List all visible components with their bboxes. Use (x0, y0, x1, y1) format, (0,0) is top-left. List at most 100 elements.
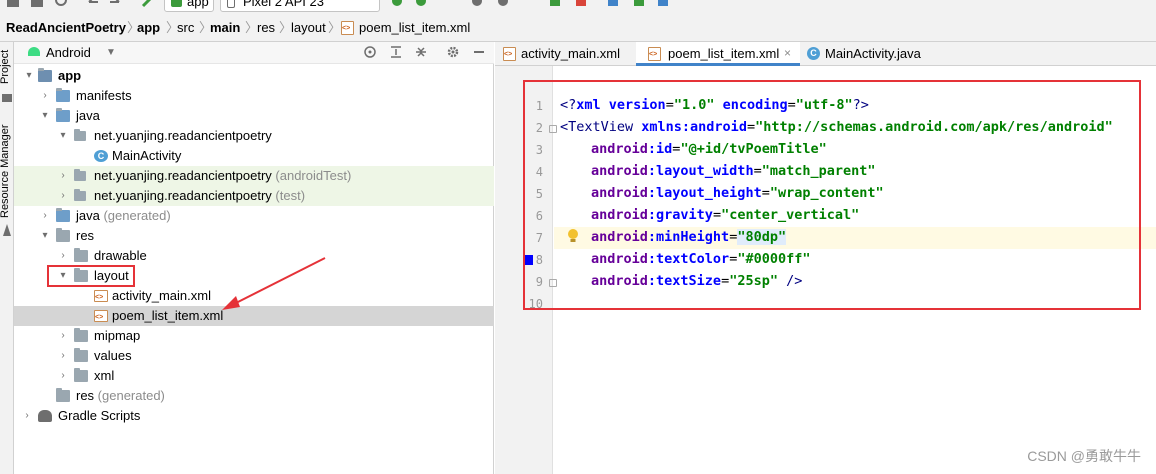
folder-icon (74, 368, 88, 382)
collapse-arrow-icon[interactable]: › (58, 186, 68, 206)
collapse-arrow-icon[interactable]: › (58, 166, 68, 186)
collapse-arrow-icon[interactable]: › (58, 246, 68, 266)
breadcrumb-project[interactable]: ReadAncientPoetry (6, 14, 126, 41)
annotation-highlight-box (523, 80, 1141, 310)
tree-item-label: java (76, 208, 100, 223)
expand-all-icon[interactable] (389, 45, 403, 59)
tree-item-suffix: (androidTest) (271, 168, 352, 183)
tree-item-drawable[interactable]: › drawable (14, 246, 494, 266)
folder-icon (74, 328, 88, 342)
project-panel-header: Android ▼ (14, 42, 494, 64)
package-icon (74, 169, 86, 181)
profile-icon[interactable] (470, 0, 484, 12)
collapse-arrow-icon[interactable]: › (40, 206, 50, 226)
close-tab-icon[interactable]: × (784, 42, 791, 65)
save-icon[interactable] (6, 0, 20, 12)
xml-file-icon (648, 47, 661, 61)
annotation-highlight-box (47, 265, 135, 287)
sync-gradle-icon[interactable] (606, 0, 620, 12)
tree-item-values[interactable]: › values (14, 346, 494, 366)
attach-debugger-icon[interactable] (496, 0, 510, 12)
android-icon (28, 47, 40, 56)
tree-item-manifests[interactable]: › manifests (14, 86, 494, 106)
tree-item-label: res (76, 388, 95, 403)
tree-item-label: res (76, 228, 95, 243)
apply-code-changes-icon[interactable] (548, 0, 562, 12)
tree-item-package-test[interactable]: › net.yuanjing.readancientpoetry (test) (14, 186, 494, 206)
build-hammer-icon[interactable] (140, 0, 154, 12)
sdk-manager-icon[interactable] (656, 0, 670, 12)
run-configuration-dropdown[interactable]: app (164, 0, 214, 12)
expand-arrow-icon[interactable]: ▾ (58, 126, 68, 146)
breadcrumb-app[interactable]: app (137, 14, 160, 41)
tab-mainactivity-java[interactable]: C MainActivity.java (801, 42, 931, 66)
tree-item-res-generated[interactable]: res (generated) (14, 386, 494, 406)
tree-item-label: MainActivity (112, 148, 182, 163)
tab-label: activity_main.xml (521, 46, 620, 61)
tree-item-xml[interactable]: › xml (14, 366, 494, 386)
tree-item-res[interactable]: ▾ res (14, 226, 494, 246)
tree-item-label: values (94, 348, 132, 363)
breadcrumb-layout[interactable]: layout (291, 14, 326, 41)
breadcrumb-res[interactable]: res (257, 14, 275, 41)
collapse-arrow-icon[interactable]: › (58, 346, 68, 366)
tree-item-java[interactable]: ▾ java (14, 106, 494, 126)
device-label: Pixel 2 API 23 (243, 0, 324, 9)
tree-item-package-androidtest[interactable]: › net.yuanjing.readancientpoetry (androi… (14, 166, 494, 186)
expand-arrow-icon[interactable]: ▾ (40, 226, 50, 246)
resource-manager-tool-tab[interactable]: Resource Manager (0, 124, 11, 218)
tree-item-label: manifests (76, 88, 132, 103)
project-tool-tab[interactable]: Project (0, 50, 11, 84)
tab-label: MainActivity.java (825, 46, 921, 61)
generated-folder-icon (56, 208, 70, 222)
tree-item-activity-main-xml[interactable]: activity_main.xml (14, 286, 494, 306)
collapse-arrow-icon[interactable]: › (22, 406, 32, 426)
chevron-down-icon[interactable]: ▼ (106, 42, 116, 64)
breadcrumb-main[interactable]: main (210, 14, 240, 41)
forward-icon[interactable] (108, 0, 122, 12)
tree-item-java-generated[interactable]: › java (generated) (14, 206, 494, 226)
view-selector-label[interactable]: Android (46, 42, 91, 64)
collapse-arrow-icon[interactable]: › (40, 86, 50, 106)
tree-item-suffix: (generated) (94, 388, 165, 403)
back-icon[interactable] (86, 0, 100, 12)
tree-item-label: java (76, 108, 100, 123)
tree-item-suffix: (generated) (99, 208, 171, 223)
save-all-icon[interactable] (30, 0, 44, 12)
tree-item-mipmap[interactable]: › mipmap (14, 326, 494, 346)
xml-file-icon (503, 47, 516, 61)
collapse-arrow-icon[interactable]: › (58, 366, 68, 386)
tree-item-gradle-scripts[interactable]: › Gradle Scripts (14, 406, 494, 426)
editor-tab-bar: activity_main.xml poem_list_item.xml × C… (495, 42, 1156, 66)
avd-manager-icon[interactable] (632, 0, 646, 12)
java-class-icon: C (807, 47, 820, 60)
tree-item-package[interactable]: ▾ net.yuanjing.readancientpoetry (14, 126, 494, 146)
locate-file-icon[interactable] (363, 45, 377, 59)
tree-item-label: poem_list_item.xml (112, 308, 224, 323)
tree-item-label: net.yuanjing.readancientpoetry (94, 188, 272, 203)
package-icon (74, 129, 86, 141)
gear-icon[interactable] (446, 45, 460, 59)
expand-arrow-icon[interactable]: ▾ (40, 106, 50, 126)
collapse-all-icon[interactable] (414, 45, 428, 59)
gradle-elephant-icon (38, 410, 52, 422)
breadcrumb-src[interactable]: src (177, 14, 194, 41)
resource-folder-icon (56, 388, 70, 402)
tab-activity-main-xml[interactable]: activity_main.xml (495, 42, 635, 66)
debug-icon[interactable] (414, 0, 428, 12)
tree-item-app[interactable]: ▾ app (14, 66, 494, 86)
watermark: CSDN @勇敢牛牛 (1027, 448, 1141, 464)
sync-icon[interactable] (54, 0, 68, 12)
breadcrumb-file[interactable]: poem_list_item.xml (359, 14, 470, 41)
hide-panel-icon[interactable] (472, 45, 486, 59)
tree-item-mainactivity[interactable]: C MainActivity (14, 146, 494, 166)
device-dropdown[interactable]: Pixel 2 API 23 (220, 0, 380, 12)
resource-folder-icon (56, 228, 70, 242)
tree-item-poem-list-item-xml[interactable]: poem_list_item.xml (14, 306, 494, 326)
tab-poem-list-item-xml[interactable]: poem_list_item.xml × (636, 42, 800, 66)
stop-icon[interactable] (574, 0, 588, 12)
expand-arrow-icon[interactable]: ▾ (24, 66, 34, 86)
apply-changes-icon[interactable] (390, 0, 404, 12)
collapse-arrow-icon[interactable]: › (58, 326, 68, 346)
xml-file-icon (94, 310, 108, 322)
